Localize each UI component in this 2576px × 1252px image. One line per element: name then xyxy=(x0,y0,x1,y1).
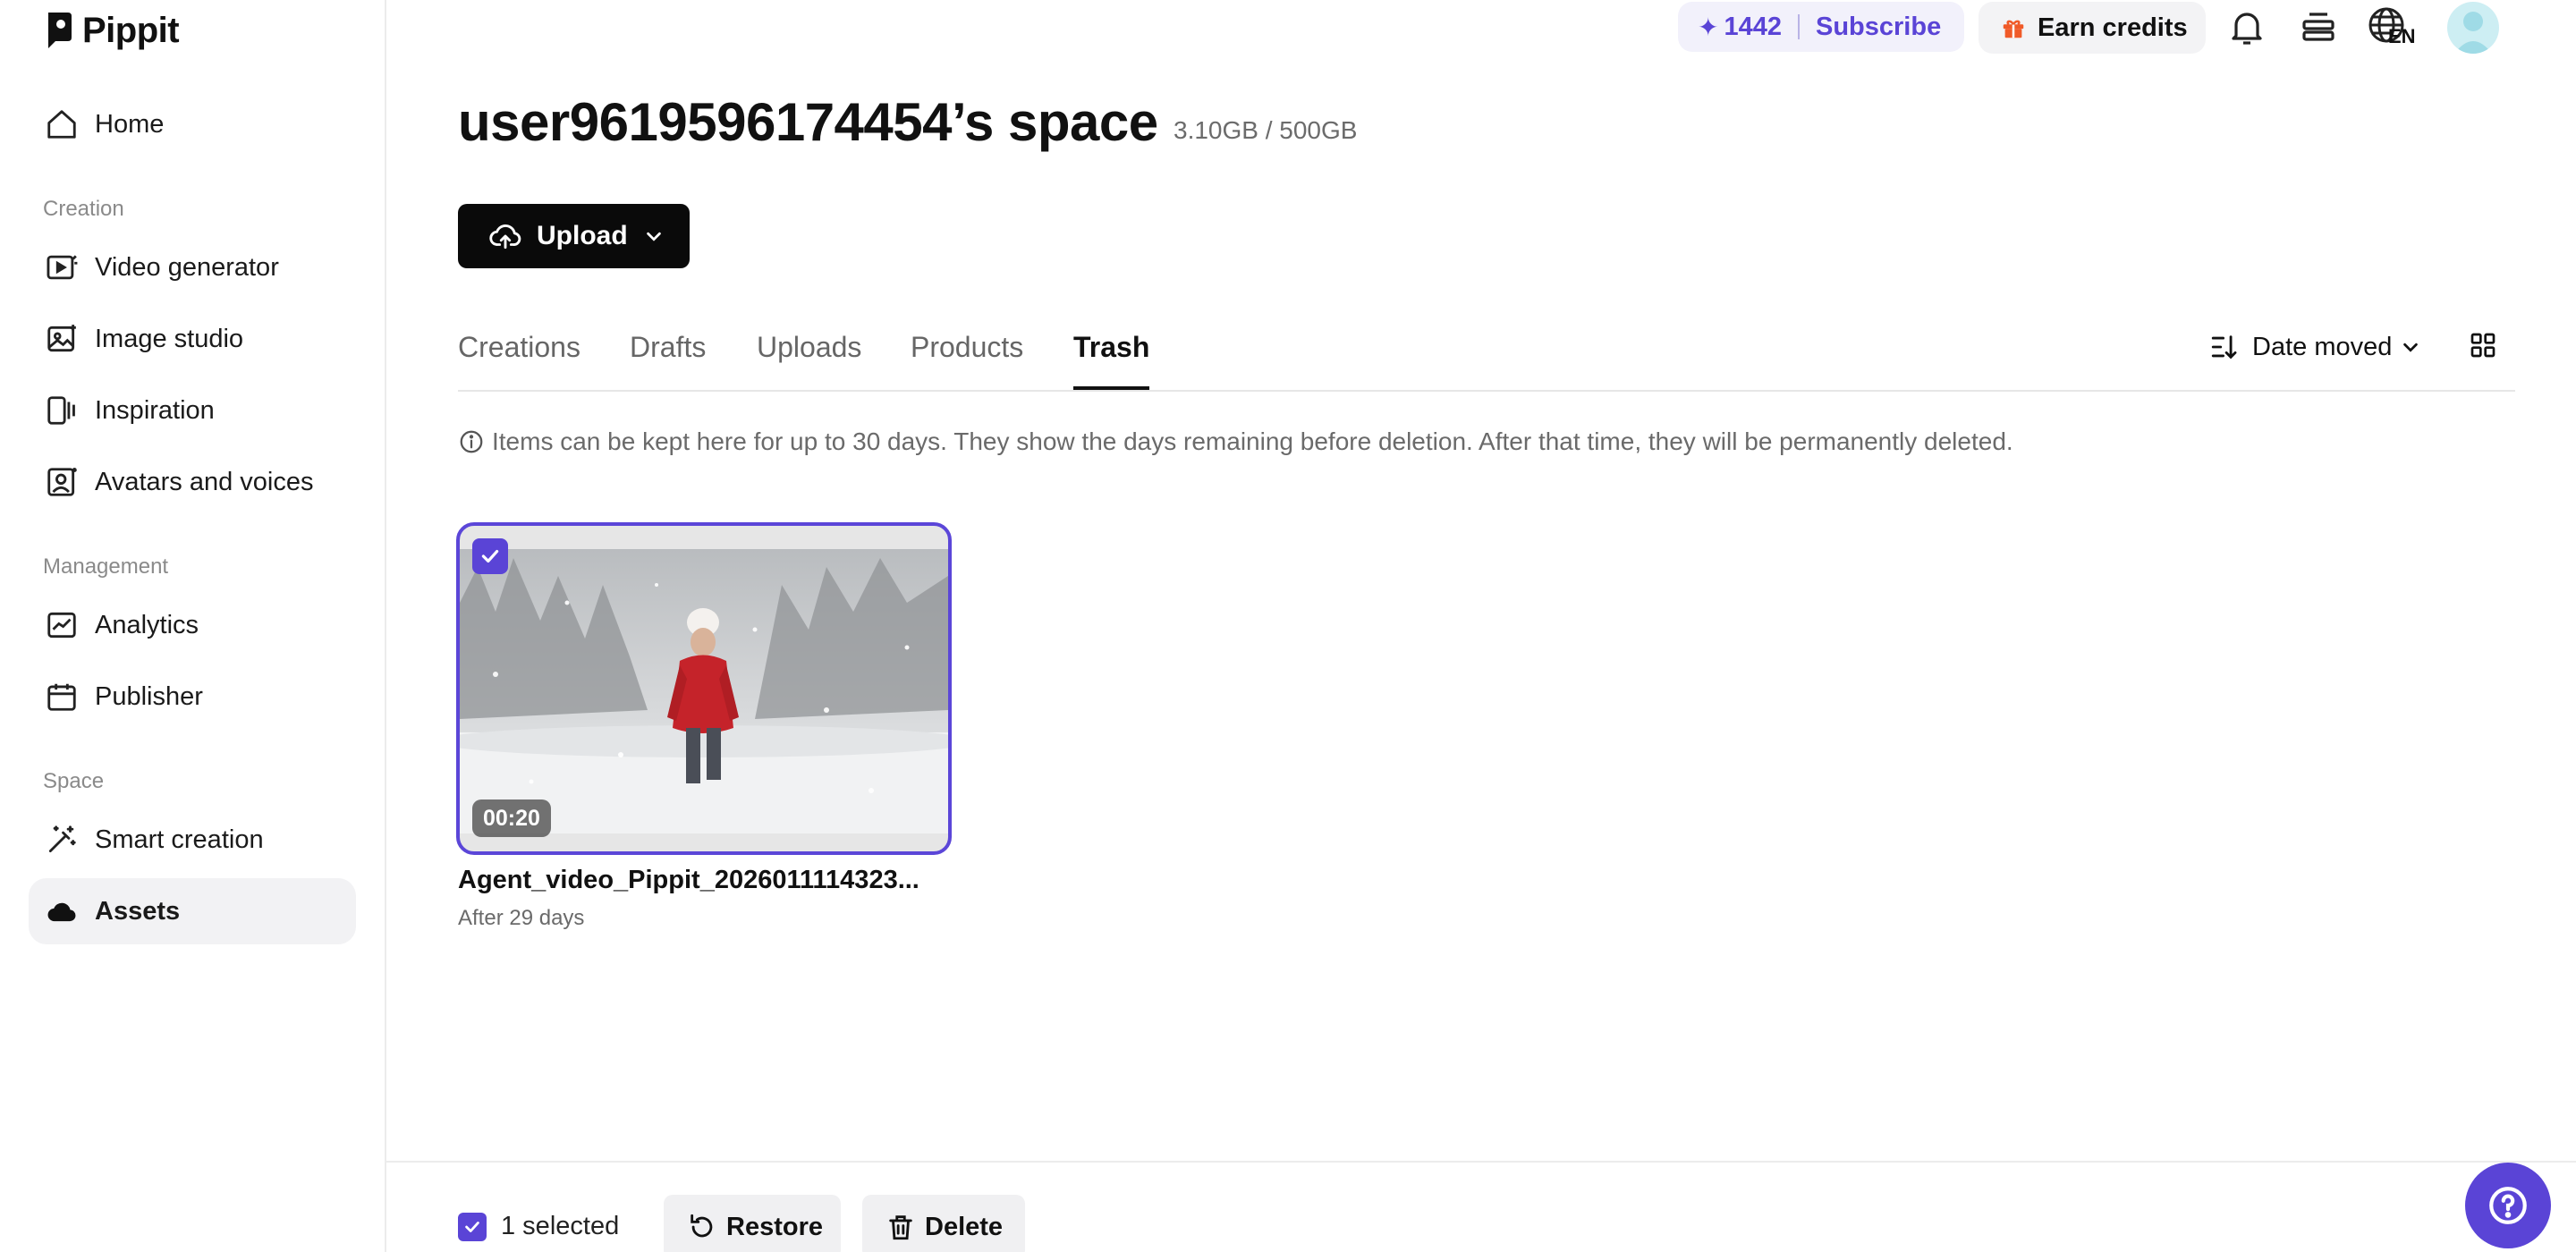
help-button[interactable] xyxy=(2465,1163,2551,1248)
sidebar-item-smart-creation[interactable]: Smart creation xyxy=(29,807,356,873)
sidebar-item-publisher[interactable]: Publisher xyxy=(29,664,356,730)
sidebar-item-label: Publisher xyxy=(95,681,203,711)
sidebar-item-avatars-voices[interactable]: Avatars and voices xyxy=(29,449,356,515)
earn-credits-label: Earn credits xyxy=(2038,13,2188,42)
info-icon xyxy=(460,430,483,453)
brand-name: Pippit xyxy=(82,10,180,50)
video-play-icon xyxy=(47,255,78,280)
subscribe-button[interactable]: Subscribe xyxy=(1816,13,1941,42)
selection-action-bar: 1 selected Restore Delete xyxy=(386,1161,2576,1252)
sidebar-item-label: Image studio xyxy=(95,324,244,353)
tab-products[interactable]: Products xyxy=(911,331,1023,390)
sidebar-item-label: Home xyxy=(95,109,165,139)
language-label[interactable]: EN xyxy=(2388,25,2416,48)
user-avatar-icon xyxy=(2454,12,2492,54)
asset-title[interactable]: Agent_video_Pippit_2026011114323... xyxy=(458,866,919,895)
video-duration: 00:20 xyxy=(472,799,551,837)
app-root: Pippit Home Creation Video generator Ima… xyxy=(0,0,2576,1252)
sidebar-item-label: Avatars and voices xyxy=(95,467,314,496)
analytics-icon xyxy=(47,612,76,639)
home-icon xyxy=(47,110,76,139)
sidebar-item-inspiration[interactable]: Inspiration xyxy=(29,377,356,444)
credits-count: 1442 xyxy=(1724,12,1782,41)
sidebar-item-label: Analytics xyxy=(95,610,199,639)
sidebar-item-home[interactable]: Home xyxy=(29,91,356,157)
restore-icon xyxy=(691,1214,713,1238)
sidebar-item-video-generator[interactable]: Video generator xyxy=(29,234,356,300)
page-title: user9619596174454’s space xyxy=(458,92,1158,152)
item-select-checkbox[interactable] xyxy=(472,538,508,574)
restore-button[interactable]: Restore xyxy=(664,1195,841,1252)
magic-wand-icon xyxy=(48,825,76,853)
sidebar-item-label: Assets xyxy=(95,896,181,926)
pippit-logo-icon xyxy=(48,13,72,48)
asset-expiry: After 29 days xyxy=(458,906,585,930)
sidebar-item-assets[interactable]: Assets xyxy=(29,878,356,944)
sidebar-item-label: Smart creation xyxy=(95,825,264,854)
tab-drafts[interactable]: Drafts xyxy=(630,331,706,390)
calendar-icon xyxy=(47,683,76,711)
delete-button[interactable]: Delete xyxy=(862,1195,1025,1252)
help-icon xyxy=(2489,1187,2527,1224)
upload-label: Upload xyxy=(537,221,628,250)
sort-icon xyxy=(2211,335,2237,360)
trash-info-notice: Items can be kept here for up to 30 days… xyxy=(458,424,2013,460)
sort-dropdown[interactable]: Date moved xyxy=(2209,326,2420,368)
tab-trash[interactable]: Trash xyxy=(1073,331,1150,390)
cloud-icon xyxy=(47,902,76,922)
checkmark-icon xyxy=(481,549,499,563)
asset-tabs: Creations Drafts Uploads Products Trash xyxy=(458,324,2515,392)
info-text: Items can be kept here for up to 30 days… xyxy=(492,427,2013,455)
sparkle-icon: ✦ xyxy=(1698,13,1719,41)
select-all-checkbox[interactable] xyxy=(458,1213,487,1241)
bell-icon[interactable] xyxy=(2225,5,2268,48)
avatar[interactable] xyxy=(2447,2,2499,54)
inspiration-icon xyxy=(47,396,75,425)
tab-uploads[interactable]: Uploads xyxy=(757,331,861,390)
layers-icon[interactable] xyxy=(2297,5,2340,48)
selected-count: 1 selected xyxy=(501,1212,620,1240)
checkmark-icon xyxy=(465,1222,479,1232)
upload-button[interactable]: Upload xyxy=(458,204,690,268)
video-thumbnail xyxy=(460,549,948,833)
tab-creations[interactable]: Creations xyxy=(458,331,580,390)
sidebar-item-image-studio[interactable]: Image studio xyxy=(29,306,356,372)
avatar-icon xyxy=(47,468,77,496)
trash-icon xyxy=(889,1215,912,1240)
cloud-upload-icon xyxy=(489,224,521,250)
delete-label: Delete xyxy=(925,1212,1004,1241)
grid-view-icon[interactable] xyxy=(2469,331,2497,360)
section-label-creation: Creation xyxy=(43,197,124,221)
credits-pill[interactable]: ✦ 1442 Subscribe xyxy=(1678,2,1964,52)
restore-label: Restore xyxy=(726,1212,823,1241)
sidebar-item-label: Video generator xyxy=(95,252,279,282)
gift-icon xyxy=(2003,20,2024,38)
storage-usage: 3.10GB / 500GB xyxy=(1174,116,1358,144)
sort-label: Date moved xyxy=(2252,332,2393,361)
chevron-down-icon xyxy=(646,232,661,241)
image-icon xyxy=(47,325,76,352)
section-label-management: Management xyxy=(43,554,169,579)
pill-divider xyxy=(1797,14,1800,39)
earn-credits-button[interactable]: Earn credits xyxy=(1979,2,2206,54)
asset-card[interactable]: 00:20 xyxy=(456,522,952,855)
sidebar-item-analytics[interactable]: Analytics xyxy=(29,592,356,658)
section-label-space: Space xyxy=(43,769,105,793)
chevron-down-icon xyxy=(2403,343,2419,352)
brand-logo[interactable]: Pippit xyxy=(45,5,180,55)
sidebar: Pippit Home Creation Video generator Ima… xyxy=(0,0,386,1252)
sidebar-item-label: Inspiration xyxy=(95,395,215,425)
